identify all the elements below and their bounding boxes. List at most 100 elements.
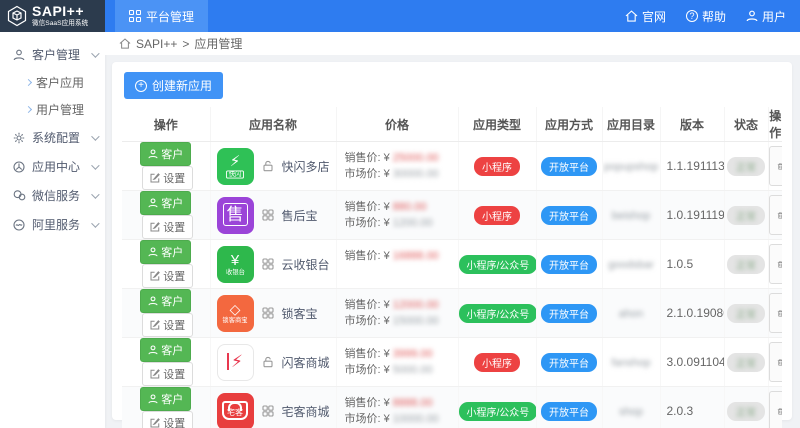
official-site-label: 官网: [641, 9, 666, 24]
sale-price-value: 16888.00: [392, 250, 439, 262]
market-price-value: 5000.00: [392, 364, 433, 376]
status-badge: 正常: [727, 352, 765, 372]
customer-button[interactable]: 客户: [140, 142, 192, 166]
sale-price-value: 25000.00: [392, 152, 439, 164]
status-label: 正常: [736, 407, 756, 419]
settings-button[interactable]: 设置: [142, 264, 194, 288]
app-version: 2.1.0.190806: [666, 306, 724, 320]
app-table: 操作 应用名称 价格 应用类型 应用方式 应用目录 版本 状态 操作 客户 设置…: [122, 107, 782, 428]
settings-button[interactable]: 设置: [142, 166, 194, 190]
customer-button[interactable]: 客户: [140, 289, 192, 313]
sidebar-item-label: 系统配置: [32, 131, 81, 145]
price-cell: 销售价: ¥ 8888.00 市场价: ¥ 10000.00: [337, 395, 458, 427]
settings-button-label: 设置: [163, 369, 186, 381]
sale-price-label: 销售价: ¥: [344, 299, 390, 311]
price-cell: 销售价: ¥ 3999.00 市场价: ¥ 5000.00: [337, 346, 458, 378]
status-label: 正常: [736, 162, 756, 174]
header-status: 状态: [724, 107, 769, 142]
settings-button-label: 设置: [163, 418, 186, 428]
market-price-label: 市场价: ¥: [344, 364, 390, 376]
app-icon: ⚡ 快闪: [216, 147, 254, 185]
app-kind-icon: [262, 356, 274, 368]
breadcrumb-root[interactable]: SAPI++: [136, 37, 177, 51]
help-link[interactable]: ? 帮助: [685, 8, 726, 25]
app-method-badge: 开放平台: [541, 156, 597, 176]
market-price-value: 15000.00: [392, 315, 439, 327]
user-icon: [148, 247, 158, 257]
market-price-value: 30000.00: [392, 168, 439, 180]
table-row: 客户 设置 宅客 宅客商城 销售价: ¥ 8888.00 市场价: ¥ 1000…: [122, 386, 782, 428]
app-type-badge: 小程序/公众号: [458, 254, 535, 274]
sidebar-sub-item-label: 客户应用: [36, 76, 85, 90]
app-version: 1.0.191119: [666, 208, 724, 222]
settings-button[interactable]: 设置: [142, 411, 194, 428]
customer-button-label: 客户: [161, 198, 184, 210]
app-name: 售后宝: [281, 208, 318, 223]
table-row: 客户 设置 ⚡: [122, 141, 782, 191]
app-version: 2.0.3: [666, 404, 694, 418]
delete-button[interactable]: 删除: [768, 391, 782, 428]
app-directory: fanshop: [611, 357, 651, 369]
settings-button-label: 设置: [163, 271, 186, 283]
sale-price-value: 12000.00: [392, 299, 439, 311]
trash-icon: [777, 309, 782, 317]
sidebar-sub-item[interactable]: 用户管理: [0, 96, 105, 123]
user-icon: [148, 296, 158, 306]
wechat-icon: [12, 190, 26, 201]
table-row: 客户 设置 售 售后宝 销售价: ¥ 880.00 市场价: ¥ 1200.00…: [122, 190, 782, 240]
customer-button-label: 客户: [161, 394, 184, 406]
delete-button[interactable]: 删除: [768, 342, 782, 382]
edit-icon: [150, 320, 161, 330]
customer-button[interactable]: 客户: [140, 191, 192, 215]
header-price: 价格: [336, 107, 459, 142]
tab-platform-manage[interactable]: 平台管理: [115, 0, 209, 32]
trash-icon: [777, 260, 782, 268]
header-actions-right: 操作: [768, 107, 782, 142]
market-price-label: 市场价: ¥: [344, 217, 390, 229]
header-version: 版本: [660, 107, 725, 142]
top-bar: SAPI++ 微信SaaS应用系统 平台管理 官网 ? 帮助 用户: [0, 0, 800, 32]
delete-button[interactable]: 删除: [768, 195, 782, 235]
app-directory: ahon: [618, 308, 644, 320]
sale-price-value: 3999.00: [392, 348, 433, 360]
settings-button[interactable]: 设置: [142, 313, 194, 337]
app-kind-icon: [262, 160, 274, 172]
table-header-row: 操作 应用名称 价格 应用类型 应用方式 应用目录 版本 状态 操作: [122, 107, 782, 142]
customer-button[interactable]: 客户: [140, 338, 192, 362]
app-name: 快闪多店: [281, 159, 330, 174]
delete-button[interactable]: 删除: [768, 244, 782, 284]
header-app-type: 应用类型: [458, 107, 537, 142]
sidebar-item-customer-manage[interactable]: 客户管理: [0, 40, 105, 69]
status-badge: 正常: [727, 401, 765, 421]
customer-button[interactable]: 客户: [140, 240, 192, 264]
official-site-link[interactable]: 官网: [625, 8, 666, 25]
help-icon: ?: [685, 10, 698, 22]
app-icon: ¥ 收银台: [216, 245, 254, 283]
sale-price-value: 880.00: [392, 201, 427, 213]
delete-button[interactable]: 删除: [768, 293, 782, 333]
delete-button[interactable]: 删除: [768, 146, 782, 186]
status-label: 正常: [736, 260, 756, 272]
sidebar-item-ali-service[interactable]: 阿里服务: [0, 210, 105, 239]
sidebar-sub-item[interactable]: 客户应用: [0, 69, 105, 96]
sidebar: 客户管理 客户应用 用户管理 系统配置 应用中心 微信服务 阿里服务: [0, 32, 105, 428]
topbar-links: 官网 ? 帮助 用户: [625, 8, 800, 25]
logo-title: SAPI++: [32, 2, 85, 19]
grid-icon: [261, 405, 274, 417]
sidebar-item-wechat-service[interactable]: 微信服务: [0, 181, 105, 210]
status-badge: 正常: [727, 303, 765, 323]
grid-icon: [261, 209, 274, 221]
app-version: 1.1.191113: [666, 159, 724, 173]
customer-button[interactable]: 客户: [140, 387, 192, 411]
sidebar-item-app-center[interactable]: 应用中心: [0, 152, 105, 181]
create-app-button[interactable]: + 创建新应用: [124, 72, 224, 99]
user-menu[interactable]: 用户: [746, 8, 786, 25]
edit-icon: [150, 173, 161, 183]
app-icon: 售: [216, 196, 254, 234]
ali-icon: [12, 218, 26, 231]
sidebar-item-system-config[interactable]: 系统配置: [0, 123, 105, 152]
settings-button[interactable]: 设置: [142, 362, 194, 386]
settings-button[interactable]: 设置: [142, 215, 194, 239]
user-icon: [148, 198, 158, 208]
trash-icon: [777, 211, 782, 219]
